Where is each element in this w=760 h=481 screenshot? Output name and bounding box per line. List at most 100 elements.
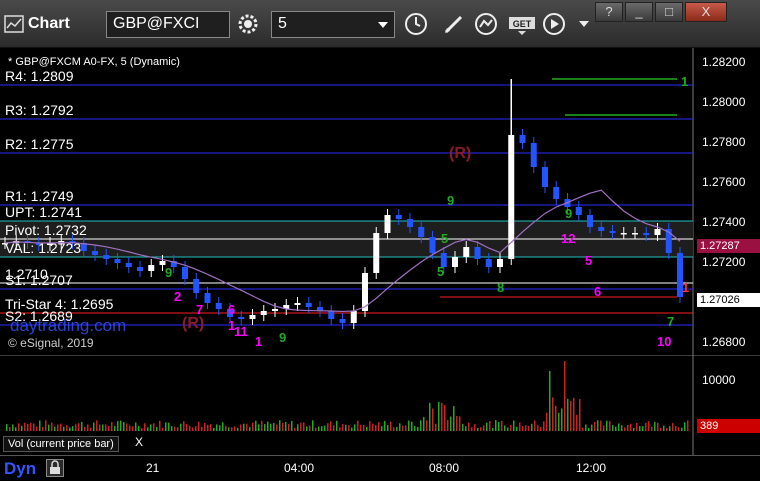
- volume-bar: [309, 425, 311, 431]
- volume-bar: [330, 421, 332, 431]
- minimize-button[interactable]: _: [625, 2, 653, 22]
- candle-body: [272, 309, 278, 311]
- volume-bar: [576, 414, 578, 431]
- price-axis-tick: 1.28200: [702, 55, 746, 69]
- current-price-tag: 1.27026: [697, 293, 760, 307]
- volume-bar: [411, 421, 413, 431]
- volume-bar: [327, 423, 329, 431]
- get-data-icon[interactable]: GET: [506, 10, 538, 38]
- app-title-text: Chart: [28, 15, 70, 32]
- volume-bar: [324, 425, 326, 431]
- chart-toolbar: Chart GBP@FXCI 5 GET ? _ □ X: [0, 0, 760, 48]
- volume-bar: [384, 420, 386, 431]
- price-axis-tick: 1.27400: [702, 215, 746, 229]
- close-button[interactable]: X: [685, 2, 727, 22]
- volume-bar: [468, 422, 470, 431]
- volume-bar: [9, 427, 11, 431]
- volume-bar: [459, 416, 461, 431]
- volume-bar: [72, 426, 74, 431]
- symbol-input[interactable]: GBP@FXCI: [106, 11, 230, 38]
- price-axis-tick: 1.27200: [702, 255, 746, 269]
- app-title: Chart: [4, 14, 94, 34]
- candle-body: [463, 247, 470, 257]
- volume-bar: [402, 425, 404, 431]
- volume-bar: [393, 427, 395, 431]
- volume-bar: [186, 424, 188, 431]
- volume-bar: [546, 412, 548, 431]
- candle-body: [485, 259, 492, 267]
- volume-bar: [480, 427, 482, 431]
- volume-bar: [288, 423, 290, 431]
- volume-bar: [246, 423, 248, 431]
- volume-bar: [315, 427, 317, 431]
- help-button[interactable]: ?: [595, 2, 623, 22]
- candle-body: [452, 257, 458, 267]
- volume-bar: [201, 426, 203, 431]
- volume-bar: [495, 420, 497, 431]
- volume-bar: [639, 426, 641, 431]
- volume-bar: [531, 423, 533, 431]
- volume-bar: [585, 424, 587, 431]
- volume-bar: [198, 421, 200, 431]
- volume-bar: [582, 427, 584, 431]
- volume-bar: [249, 427, 251, 431]
- price-axis-tick: 1.27600: [702, 175, 746, 189]
- maximize-button[interactable]: □: [655, 2, 683, 22]
- volume-bar: [261, 420, 263, 431]
- candle-body: [125, 263, 132, 267]
- volume-bar: [492, 427, 494, 431]
- candle-body: [350, 311, 357, 323]
- interval-select[interactable]: 5: [271, 11, 395, 38]
- volume-bar: [306, 426, 308, 431]
- chart-header: * GBP@FXCM A0-FX, 5 (Dynamic): [8, 56, 180, 68]
- price-chart-svg[interactable]: [0, 48, 760, 355]
- volume-bar: [174, 426, 176, 431]
- volume-bar: [15, 427, 17, 431]
- volume-bar: [522, 426, 524, 431]
- chevron-down-icon[interactable]: [570, 10, 598, 38]
- settings-gear-icon[interactable]: [234, 10, 262, 38]
- volume-bar: [465, 426, 467, 431]
- dynamic-label[interactable]: Dyn: [4, 459, 36, 479]
- candle-body: [598, 227, 605, 231]
- volume-bar: [96, 420, 98, 431]
- studies-icon[interactable]: [473, 10, 501, 38]
- volume-bar: [114, 425, 116, 431]
- play-icon[interactable]: [540, 10, 568, 38]
- volume-bar: [678, 427, 680, 431]
- volume-bar: [552, 397, 554, 431]
- volume-bar: [276, 424, 278, 431]
- close-icon[interactable]: X: [135, 435, 143, 449]
- volume-bar: [405, 425, 407, 431]
- volume-bar: [525, 425, 527, 431]
- volume-bar: [354, 424, 356, 431]
- volume-bar: [153, 423, 155, 431]
- volume-pane[interactable]: 10000 389 Vol (current price bar) X: [0, 355, 760, 455]
- candle-body: [553, 187, 560, 199]
- volume-bar: [669, 426, 671, 431]
- volume-bar: [351, 427, 353, 431]
- r-marker-bottom: (R): [182, 315, 205, 332]
- copyright-text: © eSignal, 2019: [8, 336, 94, 350]
- volume-bar: [408, 420, 410, 431]
- volume-bar: [660, 427, 662, 431]
- chart-icon: [4, 15, 24, 33]
- candle-body: [148, 265, 155, 271]
- symbol-value: GBP@FXCI: [113, 15, 200, 32]
- volume-study-title[interactable]: Vol (current price bar): [3, 436, 119, 452]
- volume-bar: [387, 424, 389, 431]
- volume-bar: [420, 420, 422, 431]
- count-label: 6: [594, 284, 602, 299]
- volume-bar: [159, 420, 161, 431]
- volume-bar: [285, 421, 287, 431]
- pencil-icon[interactable]: [440, 10, 468, 38]
- count-label: 11: [234, 324, 248, 339]
- price-pane[interactable]: * GBP@FXCM A0-FX, 5 (Dynamic) R4: 1.2809…: [0, 48, 760, 355]
- candle-body: [328, 311, 335, 319]
- volume-bar: [555, 405, 557, 431]
- volume-bar: [558, 412, 560, 431]
- volume-bar: [609, 421, 611, 431]
- clock-icon[interactable]: [402, 10, 430, 38]
- lock-icon[interactable]: [46, 459, 64, 477]
- volume-bar: [90, 427, 92, 431]
